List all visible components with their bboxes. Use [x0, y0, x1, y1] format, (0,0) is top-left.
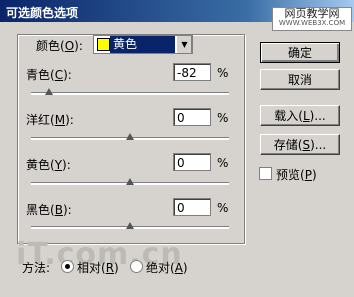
chevron-down-icon[interactable]: ▼: [176, 36, 192, 53]
preview-checkbox[interactable]: [259, 167, 272, 180]
black-input[interactable]: 0: [173, 198, 211, 216]
colors-label: 颜色(O):: [36, 39, 83, 53]
relative-label-text: 相对: [77, 261, 102, 275]
cyan-slider-thumb[interactable]: [44, 88, 53, 95]
magenta-label-text: 洋红: [26, 113, 51, 127]
watermark-line2: WWW.WEB3X.COM: [278, 19, 346, 27]
yellow-slider[interactable]: [31, 178, 229, 185]
dialog-title: 可选颜色选项: [6, 6, 79, 20]
magenta-key: M: [54, 113, 66, 127]
magenta-label: 洋红(M):: [26, 113, 74, 127]
yellow-percent-label: %: [217, 156, 229, 170]
cyan-slider[interactable]: [31, 88, 229, 95]
yellow-swatch-icon: [97, 38, 110, 51]
cyan-label: 青色(C):: [26, 68, 72, 82]
relative-label[interactable]: 相对(R): [77, 259, 119, 276]
yellow-input[interactable]: 0: [173, 153, 211, 171]
cyan-key: C: [54, 68, 64, 82]
save-button-suffix: )...: [310, 138, 327, 152]
black-label-text: 黑色: [26, 203, 51, 217]
cyan-input[interactable]: -82: [173, 63, 211, 81]
black-key: B: [54, 203, 63, 217]
magenta-slider-thumb[interactable]: [126, 133, 134, 140]
ok-button[interactable]: 确定: [260, 42, 340, 63]
cancel-button[interactable]: 取消: [260, 69, 340, 90]
black-slider[interactable]: [31, 222, 229, 229]
magenta-percent-label: %: [217, 111, 229, 125]
magenta-slider[interactable]: [31, 133, 229, 140]
colors-selected-value: 黄色: [110, 36, 175, 53]
watermark-line1: 网页教学网: [284, 7, 340, 20]
absolute-key: A: [174, 261, 183, 275]
relative-key: R: [105, 261, 115, 275]
load-key: L: [302, 109, 310, 123]
preview-key: P: [304, 168, 312, 182]
yellow-label-text: 黄色: [26, 158, 51, 172]
absolute-radio[interactable]: [130, 260, 143, 273]
black-percent-label: %: [217, 201, 229, 215]
black-label: 黑色(B):: [26, 203, 72, 217]
load-button-suffix: )...: [309, 109, 326, 123]
save-key: S: [302, 138, 311, 152]
cyan-label-text: 青色: [26, 68, 51, 82]
relative-radio[interactable]: [61, 260, 74, 273]
colors-select[interactable]: 黄色 ▼: [93, 35, 193, 54]
yellow-slider-thumb[interactable]: [126, 178, 134, 185]
watermark-logo: 网页教学网 WWW.WEB3X.COM: [272, 7, 352, 31]
save-button[interactable]: 存储(S)...: [260, 134, 340, 155]
colors-key: O: [64, 39, 75, 53]
colors-label-text: 颜色: [36, 39, 61, 53]
yellow-label: 黄色(Y):: [26, 158, 71, 172]
preview-label[interactable]: 预览(P): [276, 166, 317, 183]
load-button[interactable]: 载入(L)...: [260, 105, 340, 126]
absolute-label-text: 绝对: [146, 261, 171, 275]
load-button-label: 载入(: [274, 109, 303, 123]
black-slider-thumb[interactable]: [126, 222, 134, 229]
preview-label-text: 预览: [276, 168, 301, 182]
radio-selected-dot: [65, 264, 70, 269]
yellow-key: Y: [54, 158, 63, 172]
absolute-label[interactable]: 绝对(A): [146, 259, 188, 276]
cyan-percent-label: %: [217, 66, 229, 80]
save-button-label: 存储(: [273, 138, 303, 152]
method-label: 方法:: [22, 261, 51, 275]
magenta-input[interactable]: 0: [173, 108, 211, 126]
